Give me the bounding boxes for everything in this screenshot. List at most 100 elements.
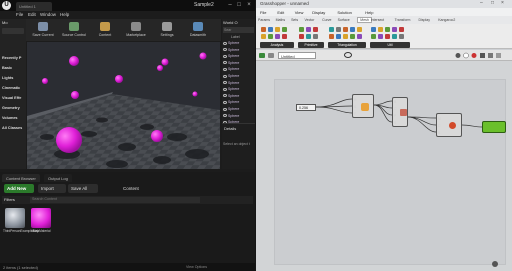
mode-all-classes[interactable]: All Classes xyxy=(2,126,22,130)
breadcrumb[interactable]: Content xyxy=(120,184,156,193)
mode-geometry[interactable]: Geometry xyxy=(2,106,20,110)
mode-visual-effects[interactable]: Visual Effe xyxy=(2,96,21,100)
document-name-field[interactable]: Untitled xyxy=(278,52,316,59)
visibility-eye-icon[interactable] xyxy=(223,54,227,58)
custom-preview-node[interactable] xyxy=(482,121,506,133)
mode-recently-placed[interactable]: Recently P xyxy=(2,56,21,60)
component-node-1[interactable]: R S F xyxy=(352,94,374,118)
visibility-eye-icon[interactable] xyxy=(223,107,227,111)
visibility-eye-icon[interactable] xyxy=(223,87,227,91)
gh-tab-surface[interactable]: Surface xyxy=(338,18,350,22)
gh-tab-vector[interactable]: Vector xyxy=(305,18,315,22)
gh-tab-sets[interactable]: Sets xyxy=(291,18,298,22)
marketplace-button[interactable]: Marketplace xyxy=(123,21,149,40)
mesh-component-icon[interactable] xyxy=(268,34,273,39)
outliner-row[interactable]: Sphere xyxy=(223,54,254,60)
menu-help[interactable]: Help xyxy=(60,12,69,17)
tab-output-log[interactable]: Output Log xyxy=(44,174,72,182)
unreal-logo-icon[interactable]: U xyxy=(2,1,11,10)
maximize-icon[interactable]: □ xyxy=(235,1,243,9)
mesh-component-icon[interactable] xyxy=(350,34,355,39)
outliner-row[interactable]: Sphere xyxy=(223,81,254,87)
outliner-row[interactable]: Sphere xyxy=(223,67,254,73)
datasmith-button[interactable]: Datasmith xyxy=(185,21,211,40)
gh-minimize-icon[interactable]: – xyxy=(480,0,483,6)
add-new-button[interactable]: Add New xyxy=(4,184,34,193)
gh-menu-solution[interactable]: Solution xyxy=(337,10,351,15)
mesh-component-icon[interactable] xyxy=(399,34,404,39)
mesh-component-icon[interactable] xyxy=(282,34,287,39)
view-options-button[interactable]: View Options xyxy=(186,265,207,269)
mesh-component-icon[interactable] xyxy=(275,27,280,32)
outliner-row[interactable]: Sphere xyxy=(223,48,254,54)
filters-button[interactable]: Filters xyxy=(4,197,15,202)
search-content-input[interactable]: Search Content xyxy=(30,197,200,203)
save-all-button[interactable]: Save All xyxy=(68,184,98,193)
mesh-component-icon[interactable] xyxy=(378,34,383,39)
visibility-eye-icon[interactable] xyxy=(223,61,227,65)
component-node-2[interactable]: B C P S xyxy=(392,97,408,127)
gh-menu-view[interactable]: View xyxy=(295,10,304,15)
settings-button[interactable]: Settings xyxy=(154,21,180,40)
source-control-button[interactable]: Source Control xyxy=(61,21,87,40)
gh-tab-display[interactable]: Display xyxy=(419,18,430,22)
gh-menu-edit[interactable]: Edit xyxy=(277,10,284,15)
mesh-component-icon[interactable] xyxy=(336,34,341,39)
outliner-row[interactable]: Sphere xyxy=(223,107,254,113)
modes-search[interactable] xyxy=(2,28,24,34)
outliner-row[interactable]: Sphere xyxy=(223,41,254,47)
save-current-button[interactable]: Save Current xyxy=(30,21,56,40)
minimize-icon[interactable]: – xyxy=(226,1,234,9)
visibility-eye-icon[interactable] xyxy=(223,48,227,52)
mesh-component-icon[interactable] xyxy=(306,34,311,39)
visibility-eye-icon[interactable] xyxy=(223,100,227,104)
component-node-3[interactable]: M C S xyxy=(436,113,462,137)
visibility-eye-icon[interactable] xyxy=(223,94,227,98)
outliner-search[interactable]: Sear xyxy=(223,27,254,33)
outliner-row[interactable]: Sphere xyxy=(223,87,254,93)
gh-tab-curve[interactable]: Curve xyxy=(322,18,331,22)
mesh-component-icon[interactable] xyxy=(299,34,304,39)
group-util[interactable]: Util xyxy=(370,42,410,48)
outliner-row[interactable]: Sphere xyxy=(223,94,254,100)
mesh-component-icon[interactable] xyxy=(275,34,280,39)
mode-cinematic[interactable]: Cinematic xyxy=(2,86,20,90)
menu-file[interactable]: File xyxy=(16,12,23,17)
mesh-component-icon[interactable] xyxy=(329,34,334,39)
gh-zoom-icon[interactable] xyxy=(259,53,265,58)
mesh-component-icon[interactable] xyxy=(392,27,397,32)
outliner-row[interactable]: Sphere xyxy=(223,114,254,120)
visibility-eye-icon[interactable] xyxy=(223,74,227,78)
mesh-component-icon[interactable] xyxy=(268,27,273,32)
mesh-component-icon[interactable] xyxy=(261,34,266,39)
menu-window[interactable]: Window xyxy=(40,12,56,17)
mesh-component-icon[interactable] xyxy=(385,27,390,32)
mesh-component-icon[interactable] xyxy=(261,27,266,32)
outliner-row[interactable]: Sphere xyxy=(223,61,254,67)
gh-canvas[interactable]: 0.256 R S F B C P S M C S xyxy=(256,61,512,271)
outliner-row[interactable]: Sphere xyxy=(223,74,254,80)
visibility-eye-icon[interactable] xyxy=(223,114,227,118)
mesh-component-icon[interactable] xyxy=(336,27,341,32)
visibility-eye-icon[interactable] xyxy=(223,81,227,85)
visibility-eye-icon[interactable] xyxy=(223,41,227,45)
gh-menu-display[interactable]: Display xyxy=(312,10,325,15)
mesh-component-icon[interactable] xyxy=(392,34,397,39)
number-slider[interactable]: 0.256 xyxy=(296,104,316,111)
gh-tab-transform[interactable]: Transform xyxy=(395,18,411,22)
gh-tab-maths[interactable]: Maths xyxy=(276,18,286,22)
mesh-component-icon[interactable] xyxy=(299,27,304,32)
content-button[interactable]: Content xyxy=(92,21,118,40)
mesh-component-icon[interactable] xyxy=(371,27,376,32)
gh-tab-kangaroo2[interactable]: Kangaroo2 xyxy=(438,18,455,22)
mesh-component-icon[interactable] xyxy=(371,34,376,39)
group-primitive[interactable]: Primitive xyxy=(298,42,324,48)
details-tab[interactable]: Details xyxy=(224,126,236,131)
gh-menu-help[interactable]: Help xyxy=(365,10,373,15)
canvas-status-icon[interactable] xyxy=(492,261,498,267)
asset-map[interactable]: ThirdPersonExampleMap xyxy=(3,208,39,242)
mesh-component-icon[interactable] xyxy=(313,27,318,32)
asset-material[interactable]: MaskMaterial xyxy=(29,208,53,242)
mode-lights[interactable]: Lights xyxy=(2,76,13,80)
gh-preview-eye-icon[interactable] xyxy=(344,52,352,58)
